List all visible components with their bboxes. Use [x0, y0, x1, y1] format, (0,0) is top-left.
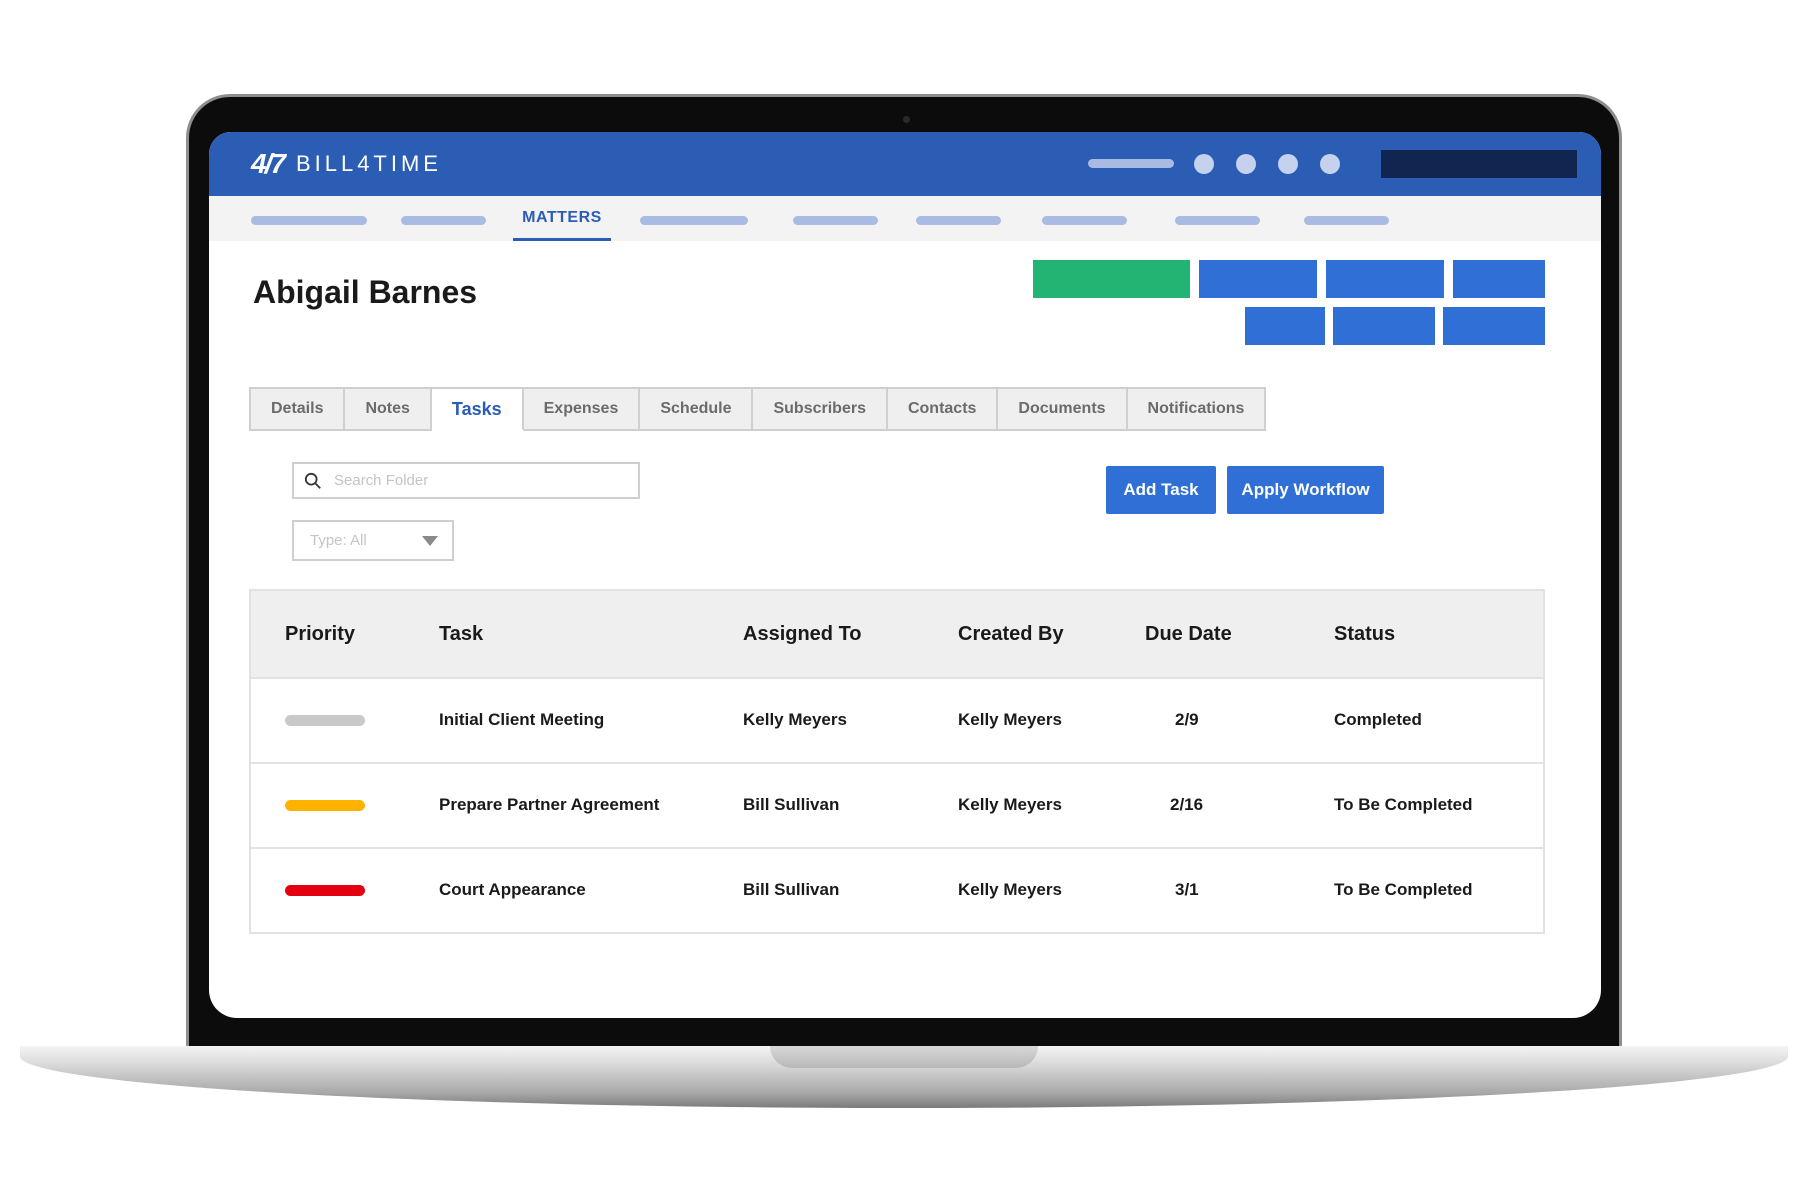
top-bar: 4/7 BILL4TIME [209, 132, 1601, 196]
search-box [292, 462, 640, 499]
table-row[interactable]: Initial Client Meeting Kelly Meyers Kell… [251, 677, 1543, 762]
type-filter-label: Type: All [310, 532, 367, 549]
nav-item-1[interactable] [251, 216, 367, 225]
matter-tabs: Details Notes Tasks Expenses Schedule Su… [249, 387, 1267, 431]
due-date: 2/16 [1170, 795, 1204, 814]
apply-workflow-button[interactable]: Apply Workflow [1227, 466, 1384, 514]
nav-item-7[interactable] [1042, 216, 1127, 225]
header-action-green[interactable] [1033, 260, 1190, 298]
tab-contacts[interactable]: Contacts [888, 389, 999, 429]
tab-documents[interactable]: Documents [998, 389, 1128, 429]
column-header-priority[interactable]: Priority [285, 623, 355, 646]
header-action-1[interactable] [1199, 260, 1317, 298]
priority-indicator [285, 800, 365, 811]
priority-indicator [285, 715, 365, 726]
type-filter-select[interactable]: Type: All [292, 520, 454, 561]
due-date: 2/9 [1175, 710, 1199, 729]
nav-item-matters[interactable]: MATTERS [513, 202, 611, 241]
priority-indicator [285, 885, 365, 896]
due-date: 3/1 [1175, 880, 1199, 899]
tab-notifications[interactable]: Notifications [1128, 389, 1265, 429]
column-header-due-date[interactable]: Due Date [1145, 623, 1232, 646]
created-by: Kelly Meyers [958, 710, 1062, 729]
nav-active-indicator [513, 238, 611, 241]
top-icon-4[interactable] [1320, 154, 1340, 174]
created-by: Kelly Meyers [958, 795, 1062, 814]
status: To Be Completed [1334, 880, 1473, 899]
search-icon [304, 472, 321, 489]
tab-details[interactable]: Details [251, 389, 346, 429]
header-action-3[interactable] [1453, 260, 1545, 298]
nav-item-2[interactable] [401, 216, 486, 225]
nav-item-8[interactable] [1175, 216, 1260, 225]
table-row[interactable]: Court Appearance Bill Sullivan Kelly Mey… [251, 847, 1543, 932]
status: To Be Completed [1334, 795, 1473, 814]
top-menu-placeholder[interactable] [1088, 159, 1174, 168]
task-name[interactable]: Prepare Partner Agreement [439, 795, 659, 815]
assigned-to: Bill Sullivan [743, 795, 840, 814]
status: Completed [1334, 710, 1422, 729]
header-action-2[interactable] [1326, 260, 1444, 298]
logo-mark: 4/7 [251, 148, 286, 179]
camera [903, 116, 910, 123]
search-input[interactable] [332, 471, 626, 490]
chevron-down-icon [422, 535, 438, 546]
tab-schedule[interactable]: Schedule [640, 389, 754, 429]
nav-item-6[interactable] [916, 216, 1001, 225]
top-icon-3[interactable] [1278, 154, 1298, 174]
tasks-table: Priority Task Assigned To Created By Due… [249, 589, 1545, 934]
column-header-assigned-to[interactable]: Assigned To [743, 623, 862, 646]
app-screen: 4/7 BILL4TIME MATTERS Abigail Barnes Det… [209, 132, 1601, 1018]
nav-item-matters-label: MATTERS [522, 209, 602, 226]
header-action-5[interactable] [1333, 307, 1435, 345]
nav-item-9[interactable] [1304, 216, 1389, 225]
column-header-created-by[interactable]: Created By [958, 623, 1064, 646]
tab-tasks[interactable]: Tasks [431, 389, 524, 431]
brand-name: BILL4TIME [295, 151, 442, 176]
header-action-6[interactable] [1443, 307, 1545, 345]
tab-expenses[interactable]: Expenses [524, 389, 641, 429]
created-by: Kelly Meyers [958, 880, 1062, 899]
nav-item-5[interactable] [793, 216, 878, 225]
tab-subscribers[interactable]: Subscribers [753, 389, 888, 429]
top-icon-1[interactable] [1194, 154, 1214, 174]
assigned-to: Kelly Meyers [743, 710, 847, 729]
page-title: Abigail Barnes [253, 274, 478, 310]
header-action-4[interactable] [1245, 307, 1325, 345]
task-name[interactable]: Court Appearance [439, 880, 586, 900]
account-area[interactable] [1381, 150, 1577, 178]
column-header-status[interactable]: Status [1334, 623, 1395, 646]
table-header: Priority Task Assigned To Created By Due… [251, 591, 1543, 677]
column-header-task[interactable]: Task [439, 623, 483, 646]
task-name[interactable]: Initial Client Meeting [439, 710, 604, 730]
logo[interactable]: 4/7 BILL4TIME [251, 148, 442, 180]
nav-item-4[interactable] [640, 216, 748, 225]
table-row[interactable]: Prepare Partner Agreement Bill Sullivan … [251, 762, 1543, 847]
assigned-to: Bill Sullivan [743, 880, 840, 899]
tab-notes[interactable]: Notes [345, 389, 432, 429]
top-icon-2[interactable] [1236, 154, 1256, 174]
add-task-button[interactable]: Add Task [1106, 466, 1216, 514]
laptop-notch [770, 1046, 1038, 1068]
main-nav: MATTERS [209, 196, 1601, 241]
